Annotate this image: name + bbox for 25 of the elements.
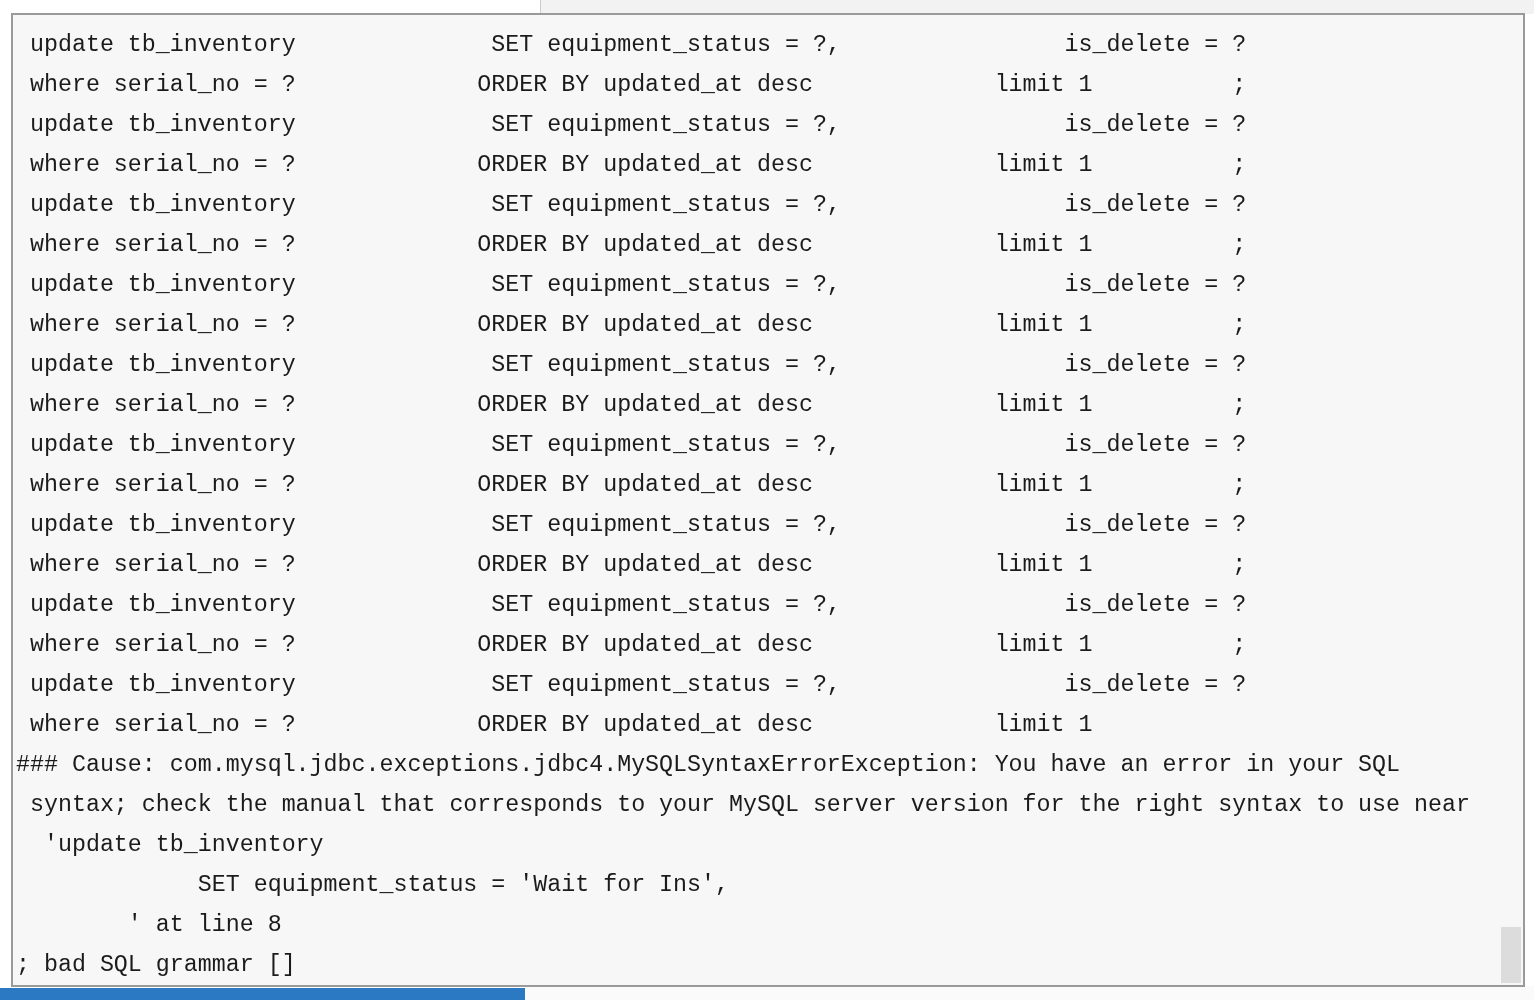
code-line: where serial_no = ? ORDER BY updated_at desc limit 1 ; <box>28 231 1247 260</box>
code-line: update tb_inventory SET equipment_status = ?, is_delete = ? <box>28 431 1247 460</box>
code-line: update tb_inventory SET equipment_status = ?, is_delete = ? <box>28 271 1247 300</box>
code-line: where serial_no = ? ORDER BY updated_at desc limit 1 ; <box>28 551 1247 580</box>
code-line: update tb_inventory SET equipment_status = ?, is_delete = ? <box>28 591 1247 620</box>
code-line: update tb_inventory SET equipment_status = ?, is_delete = ? <box>28 351 1247 380</box>
code-line: where serial_no = ? ORDER BY updated_at desc limit 1 ; <box>28 151 1247 180</box>
code-line: ' at line 8 <box>126 911 282 940</box>
code-line: ; bad SQL grammar [] <box>16 951 296 980</box>
code-line: where serial_no = ? ORDER BY updated_at desc limit 1 ; <box>28 311 1247 340</box>
code-line: ### Cause: com.mysql.jdbc.exceptions.jdbc4.MySQLSyntaxErrorException: You have an error in your SQL <box>16 751 1401 780</box>
code-line: update tb_inventory SET equipment_status = ?, is_delete = ? <box>28 31 1247 60</box>
code-line: where serial_no = ? ORDER BY updated_at desc limit 1 ; <box>28 631 1247 660</box>
code-line: where serial_no = ? ORDER BY updated_at desc limit 1 ; <box>28 471 1247 500</box>
code-line: update tb_inventory SET equipment_status = ?, is_delete = ? <box>28 111 1247 140</box>
code-line: syntax; check the manual that corresponds to your MySQL server version for the right syntax to use near <box>28 791 1470 820</box>
code-line: update tb_inventory SET equipment_status = ?, is_delete = ? <box>28 511 1247 540</box>
code-line: update tb_inventory SET equipment_status = ?, is_delete = ? <box>28 671 1247 700</box>
code-line: update tb_inventory SET equipment_status = ?, is_delete = ? <box>28 191 1247 220</box>
code-line: SET equipment_status = 'Wait for Ins', <box>196 871 729 900</box>
code-line: where serial_no = ? ORDER BY updated_at desc limit 1 ; <box>28 71 1247 100</box>
scrollbar-corner <box>1501 927 1521 983</box>
code-line: 'update tb_inventory <box>42 831 324 860</box>
code-line: where serial_no = ? ORDER BY updated_at desc limit 1 <box>28 711 1093 740</box>
code-line: where serial_no = ? ORDER BY updated_at desc limit 1 ; <box>28 391 1247 420</box>
